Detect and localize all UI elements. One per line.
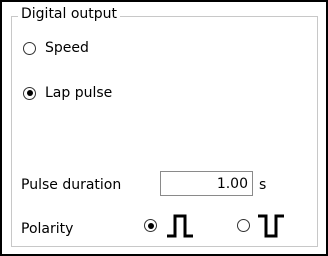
positive-pulse-icon	[167, 214, 193, 238]
lap-pulse-radio[interactable]	[23, 86, 36, 100]
polarity-positive-radio[interactable]	[144, 219, 157, 232]
speed-label: Speed	[45, 40, 89, 56]
speed-option[interactable]: Speed	[23, 39, 89, 57]
group-title: Digital output	[18, 5, 121, 23]
polarity-label: Polarity	[21, 221, 74, 237]
panel-frame: Digital output Speed Lap pulse Pulse dur…	[0, 0, 328, 256]
polarity-negative-radio[interactable]	[237, 219, 250, 232]
speed-radio[interactable]	[23, 41, 36, 55]
pulse-duration-input[interactable]	[160, 171, 253, 196]
pulse-duration-label: Pulse duration	[21, 177, 122, 193]
polarity-positive-option[interactable]	[144, 219, 157, 232]
negative-pulse-icon	[258, 214, 284, 238]
lap-pulse-label: Lap pulse	[45, 85, 113, 101]
lap-pulse-option[interactable]: Lap pulse	[23, 84, 112, 102]
pulse-duration-unit: s	[259, 177, 267, 193]
polarity-negative-option[interactable]	[237, 219, 250, 232]
